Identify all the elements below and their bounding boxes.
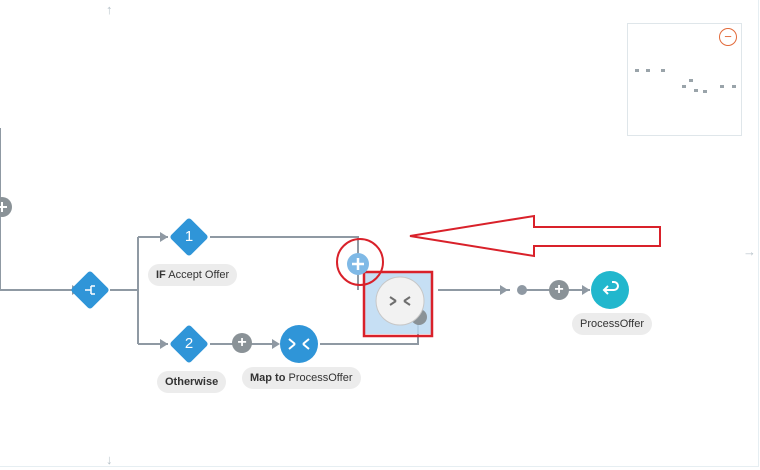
if-branch-label[interactable]: IF Accept Offer (148, 264, 238, 286)
minimap[interactable]: − (627, 23, 742, 136)
switch-node[interactable] (70, 270, 110, 310)
minimap-node (732, 85, 736, 88)
add-branch-button-highlighted[interactable] (336, 238, 384, 286)
process-offer-node[interactable] (591, 271, 629, 309)
minimap-node (720, 85, 724, 88)
arrowhead (160, 339, 168, 349)
minimap-node (682, 85, 686, 88)
arrowhead (272, 339, 280, 349)
minimap-node (694, 89, 698, 92)
process-offer-label[interactable]: ProcessOffer (572, 313, 652, 335)
otherwise-branch-label[interactable]: Otherwise (157, 371, 227, 393)
arrowhead (582, 285, 590, 295)
minimap-zoom-out-button[interactable]: − (719, 28, 737, 46)
minimap-node (703, 90, 707, 93)
otherwise-branch-number: 2 (184, 335, 194, 352)
minimap-node (661, 69, 665, 72)
arrowhead (500, 285, 508, 295)
minimap-node (635, 69, 639, 72)
map-node-label[interactable]: Map to ProcessOffer (242, 367, 361, 389)
add-step-button[interactable]: + (232, 333, 252, 353)
annotation-arrow (409, 214, 661, 258)
merge-drop-target[interactable] (362, 270, 434, 338)
minimap-node (646, 69, 650, 72)
if-branch-number: 1 (184, 228, 194, 245)
arrowhead (160, 232, 168, 242)
add-step-button[interactable]: + (549, 280, 569, 300)
connector-junction (517, 285, 527, 295)
map-node[interactable] (280, 325, 318, 363)
minimap-node (689, 79, 693, 82)
